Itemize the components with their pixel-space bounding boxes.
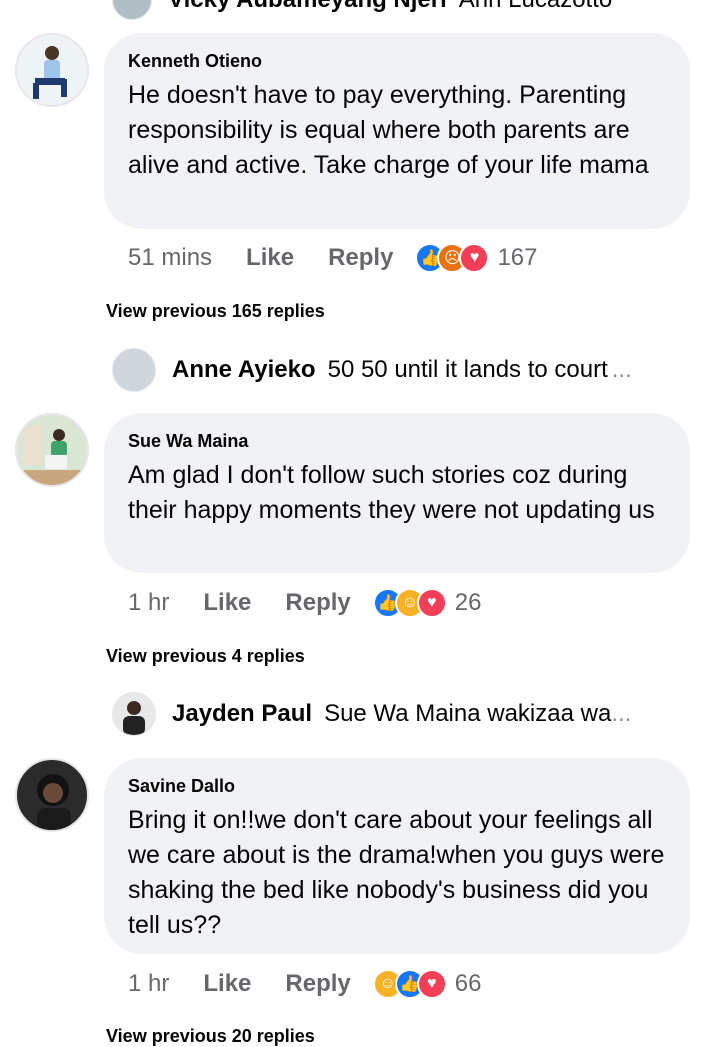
comment-bubble[interactable]: Kenneth Otieno He doesn't have to pay ev… <box>104 33 690 229</box>
comment-meta: 1 hr Like Reply ☺ 👍 ♥ 66 <box>128 969 481 999</box>
reactions[interactable]: 👍 ☺ ♥ <box>372 588 447 618</box>
person-icon <box>33 46 67 99</box>
comment-bubble[interactable]: Sue Wa Maina Am glad I don't follow such… <box>104 413 690 573</box>
reply-snippet: Ann Lucazotto <box>459 0 612 14</box>
comment-text: He doesn't have to pay everything. Paren… <box>128 81 649 179</box>
reply-preview[interactable]: Anne Ayieko 50 50 until it lands to cour… <box>112 348 632 392</box>
love-icon: ♥ <box>416 969 447 999</box>
comment-text: Am glad I don't follow such stories coz … <box>128 461 655 524</box>
avatar[interactable] <box>15 413 89 487</box>
comment-time[interactable]: 1 hr <box>128 970 169 998</box>
ellipsis: ... <box>611 700 632 727</box>
comment-text: Bring it on!!we don't care about your fe… <box>128 806 665 939</box>
avatar[interactable] <box>15 33 89 107</box>
reply-snippet: 50 50 until it lands to court <box>327 356 608 383</box>
avatar[interactable] <box>112 0 152 20</box>
comment-time[interactable]: 51 mins <box>128 244 212 272</box>
view-previous-replies[interactable]: View previous 165 replies <box>106 301 325 322</box>
comment-meta: 1 hr Like Reply 👍 ☺ ♥ 26 <box>128 588 481 618</box>
comment-author[interactable]: Sue Wa Maina <box>128 431 668 452</box>
person-icon <box>37 774 71 830</box>
reply-button[interactable]: Reply <box>285 970 350 998</box>
comment-time[interactable]: 1 hr <box>128 589 169 617</box>
reaction-count[interactable]: 26 <box>455 589 482 617</box>
reply-snippet: Sue Wa Maina wakizaa wa <box>324 700 612 727</box>
like-button[interactable]: Like <box>246 244 294 272</box>
reply-author[interactable]: Jayden Paul <box>172 700 312 728</box>
reactions[interactable]: ☺ 👍 ♥ <box>372 969 447 999</box>
reply-button[interactable]: Reply <box>285 589 350 617</box>
like-button[interactable]: Like <box>203 970 251 998</box>
avatar[interactable] <box>15 758 89 832</box>
reply-preview-top[interactable]: Vicky Aubameyang Njeri Ann Lucazotto <box>112 0 612 20</box>
reply-button[interactable]: Reply <box>328 244 393 272</box>
person-icon <box>123 701 145 735</box>
like-button[interactable]: Like <box>203 589 251 617</box>
avatar[interactable] <box>112 692 156 736</box>
love-icon: ♥ <box>459 243 490 273</box>
person-icon <box>17 425 87 485</box>
comment-meta: 51 mins Like Reply 👍 ☹ ♥ 167 <box>128 243 537 273</box>
reply-author[interactable]: Vicky Aubameyang Njeri <box>168 0 447 14</box>
view-previous-replies[interactable]: View previous 4 replies <box>106 646 305 667</box>
reaction-count[interactable]: 167 <box>497 244 537 272</box>
reactions[interactable]: 👍 ☹ ♥ <box>415 243 490 273</box>
ellipsis: ... <box>611 356 632 383</box>
comment-author[interactable]: Savine Dallo <box>128 776 668 797</box>
comment-author[interactable]: Kenneth Otieno <box>128 51 668 72</box>
reply-preview[interactable]: Jayden Paul Sue Wa Maina wakizaa wa ... <box>112 692 631 736</box>
reply-author[interactable]: Anne Ayieko <box>172 356 316 384</box>
reaction-count[interactable]: 66 <box>455 970 482 998</box>
avatar[interactable] <box>112 348 156 392</box>
love-icon: ♥ <box>416 588 447 618</box>
comment-bubble[interactable]: Savine Dallo Bring it on!!we don't care … <box>104 758 690 954</box>
view-previous-replies[interactable]: View previous 20 replies <box>106 1026 315 1047</box>
